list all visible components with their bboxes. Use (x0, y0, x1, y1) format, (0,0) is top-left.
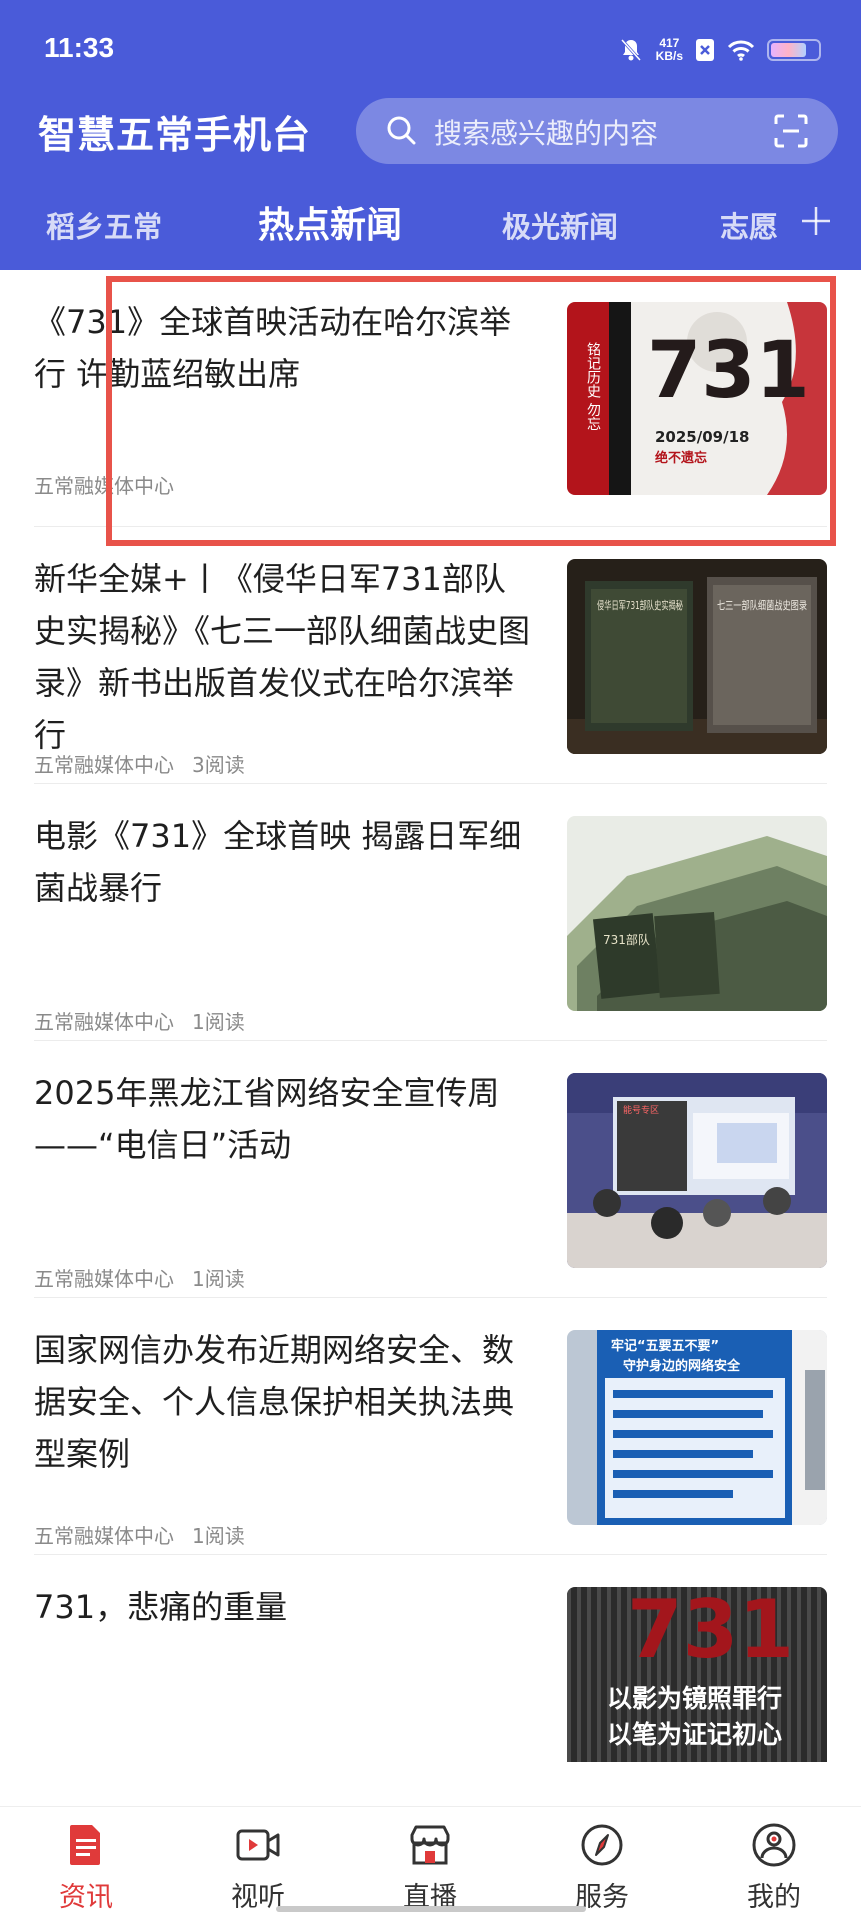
bottom-nav: 资讯 视听 直播 服务 我的 (0, 1806, 861, 1920)
live-store-icon (410, 1825, 450, 1865)
svg-text:731: 731 (647, 326, 810, 416)
news-item[interactable]: 国家网信办发布近期网络安全、数据安全、个人信息保护相关执法典型案例 五常融媒体中… (0, 1298, 861, 1555)
news-reads: 1阅读 (192, 1524, 245, 1548)
nav-item-profile[interactable]: 我的 (714, 1821, 834, 1914)
profile-icon (752, 1823, 796, 1867)
news-reads: 1阅读 (192, 1267, 245, 1291)
add-channel-icon[interactable] (799, 204, 833, 238)
news-reads: 1阅读 (192, 1010, 245, 1034)
news-title: 731，悲痛的重量 (34, 1588, 288, 1626)
sim-icon (696, 39, 714, 61)
news-source: 五常融媒体中心 (34, 1010, 174, 1034)
books-image: 侵华日军731部队史实揭秘 七三一部队细菌战史图录 (567, 559, 827, 754)
channel-tabs: 稻乡五常 热点新闻 极光新闻 志愿 (0, 196, 861, 256)
svg-text:牢记“五要五不要”: 牢记“五要五不要” (611, 1338, 719, 1354)
svg-text:2025/09/18: 2025/09/18 (655, 428, 749, 446)
news-meta: 五常融媒体中心 3阅读 (34, 749, 245, 778)
svg-text:七三一部队细菌战史图录: 七三一部队细菌战史图录 (717, 598, 807, 612)
poster-731-dark-image: 731 以影为镜照罪行 以笔为证记初心 (567, 1587, 827, 1762)
news-thumbnail: 铭记历史 勿忘 731 2025/09/18 绝不遗忘 (567, 302, 827, 495)
news-thumbnail: 侵华日军731部队史实揭秘 七三一部队细菌战史图录 (567, 559, 827, 754)
svg-text:731部队: 731部队 (603, 932, 650, 947)
mute-bell-icon (620, 38, 641, 62)
nav-item-live[interactable]: 直播 (370, 1821, 490, 1914)
news-thumbnail: 731部队 (567, 816, 827, 1011)
search-placeholder: 搜索感兴趣的内容 (434, 117, 659, 150)
news-thumbnail: 能号专区 (567, 1073, 827, 1268)
news-title: 国家网信办发布近期网络安全、数据安全、个人信息保护相关执法典型案例 (34, 1331, 515, 1473)
news-item[interactable]: 2025年黑龙江省网络安全宣传周——“电信日”活动 五常融媒体中心 1阅读 能号… (0, 1041, 861, 1298)
svg-text:731: 731 (627, 1587, 794, 1676)
news-item[interactable]: 新华全媒+丨《侵华日军731部队史实揭秘》《七三一部队细菌战史图录》新书出版首发… (0, 527, 861, 784)
news-reads: 3阅读 (192, 753, 245, 777)
svg-text:以影为镜照罪行: 以影为镜照罪行 (607, 1684, 782, 1713)
news-source: 五常融媒体中心 (34, 753, 174, 777)
poster-731-image: 铭记历史 勿忘 731 2025/09/18 绝不遗忘 (567, 302, 827, 495)
news-title: 新华全媒+丨《侵华日军731部队史实揭秘》《七三一部队细菌战史图录》新书出版首发… (34, 560, 531, 754)
svg-text:侵华日军731部队史实揭秘: 侵华日军731部队史实揭秘 (597, 598, 683, 612)
search-icon (387, 116, 416, 145)
video-icon (236, 1829, 280, 1861)
book-stack-image: 731部队 (567, 816, 827, 1011)
news-meta: 五常融媒体中心 1阅读 (34, 1006, 245, 1035)
svg-text:守护身边的网络安全: 守护身边的网络安全 (623, 1358, 741, 1374)
tab-hot-news[interactable]: 热点新闻 (258, 196, 402, 248)
svg-text:能号专区: 能号专区 (623, 1104, 659, 1116)
status-icons: 417 KB/s (618, 32, 821, 68)
news-meta: 五常融媒体中心 (34, 470, 174, 499)
news-item[interactable]: 《731》全球首映活动在哈尔滨举行 许勤蓝绍敏出席 五常融媒体中心 铭记历史 勿… (0, 270, 861, 527)
news-title: 电影《731》全球首映 揭露日军细菌战暴行 (34, 817, 522, 907)
app-title: 智慧五常手机台 (38, 113, 312, 157)
status-time: 11:33 (44, 32, 115, 63)
tab-daoxiang-wuchang[interactable]: 稻乡五常 (46, 204, 162, 246)
scan-icon[interactable] (774, 114, 808, 148)
news-item[interactable]: 电影《731》全球首映 揭露日军细菌战暴行 五常融媒体中心 1阅读 731部队 (0, 784, 861, 1041)
security-poster-image: 牢记“五要五不要” 守护身边的网络安全 (567, 1330, 827, 1525)
news-source: 五常融媒体中心 (34, 1267, 174, 1291)
status-bar: 11:33 417 KB/s (0, 0, 861, 100)
nav-item-news[interactable]: 资讯 (26, 1821, 146, 1914)
app-header: 11:33 417 KB/s 智慧五常手机台 搜索感兴趣的内容 稻乡五常 热点新… (0, 0, 861, 270)
net-speed: 417 KB/s (655, 36, 683, 63)
news-meta: 五常融媒体中心 1阅读 (34, 1520, 245, 1549)
news-thumbnail: 731 以影为镜照罪行 以笔为证记初心 (567, 1587, 827, 1762)
svg-text:绝不遗忘: 绝不遗忘 (655, 450, 707, 466)
home-indicator[interactable] (276, 1906, 586, 1912)
svg-text:以笔为证记初心: 以笔为证记初心 (607, 1720, 782, 1749)
news-source: 五常融媒体中心 (34, 1524, 174, 1548)
wifi-icon (727, 40, 755, 61)
news-meta: 五常融媒体中心 1阅读 (34, 1263, 245, 1292)
compass-icon (581, 1824, 623, 1866)
search-input[interactable]: 搜索感兴趣的内容 (356, 98, 838, 164)
news-item[interactable]: 731，悲痛的重量 731 以影为镜照罪行 以笔为证记初心 (0, 1555, 861, 1812)
tab-volunteer[interactable]: 志愿 (720, 204, 778, 246)
news-icon (70, 1825, 100, 1865)
tab-jiguang-news[interactable]: 极光新闻 (502, 204, 618, 246)
nav-item-video[interactable]: 视听 (198, 1821, 318, 1914)
nav-item-service[interactable]: 服务 (542, 1821, 662, 1914)
news-title: 2025年黑龙江省网络安全宣传周——“电信日”活动 (34, 1074, 500, 1164)
battery-icon (767, 39, 821, 61)
news-thumbnail: 牢记“五要五不要” 守护身边的网络安全 (567, 1330, 827, 1525)
conference-room-image: 能号专区 (567, 1073, 827, 1268)
news-source: 五常融媒体中心 (34, 474, 174, 498)
svg-text:铭记历史 勿忘: 铭记历史 勿忘 (585, 342, 601, 430)
news-title: 《731》全球首映活动在哈尔滨举行 许勤蓝绍敏出席 (34, 303, 512, 393)
